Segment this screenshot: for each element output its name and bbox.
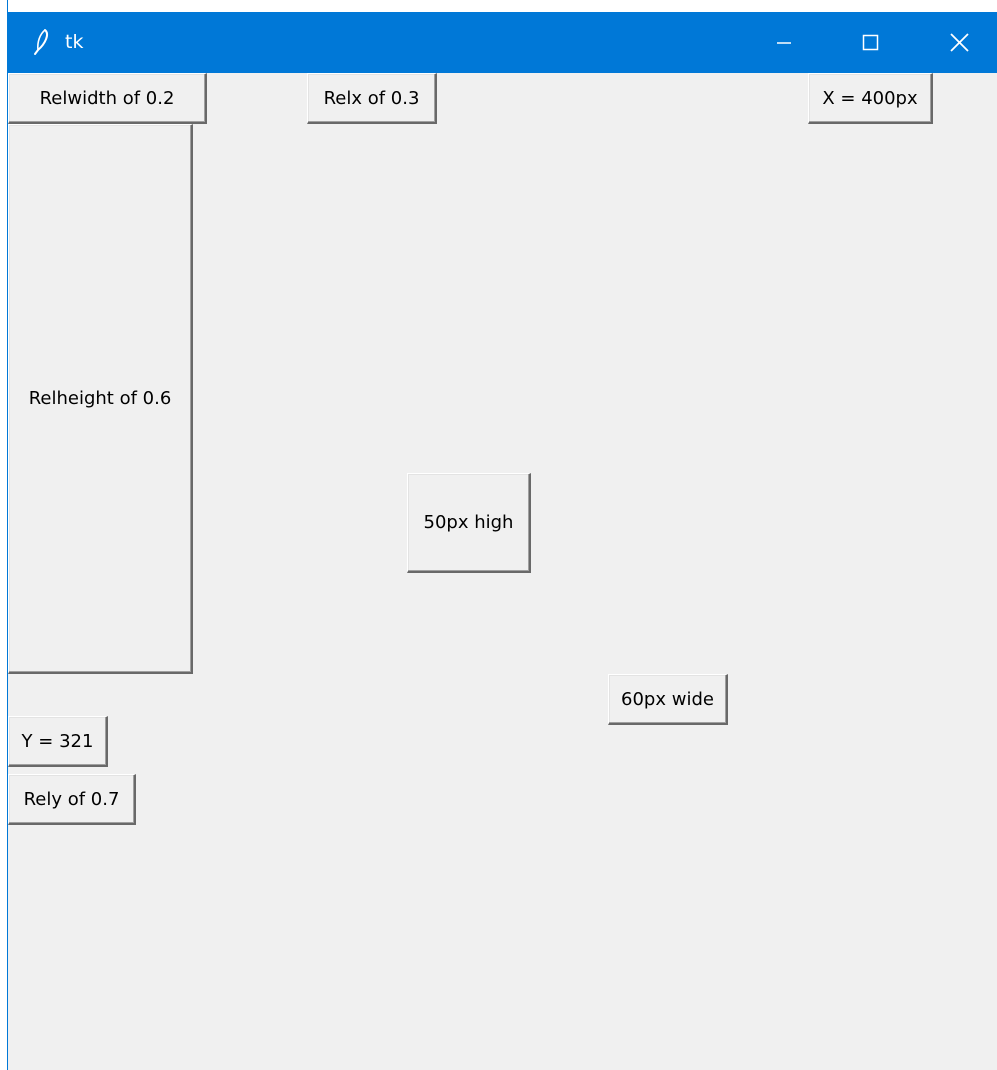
maximize-button[interactable] — [840, 12, 902, 73]
50px-high-button[interactable]: 50px high — [407, 473, 531, 573]
feather-icon — [30, 28, 52, 56]
close-button[interactable] — [928, 12, 990, 73]
title-bar[interactable]: tk — [8, 12, 997, 73]
app-window: tk Relwidth of 0.2 Relx of 0.3 X = 400px… — [0, 0, 997, 1070]
minimize-button[interactable] — [753, 12, 815, 73]
window-client-area: Relwidth of 0.2 Relx of 0.3 X = 400px Re… — [8, 73, 997, 1070]
window-title: tk — [65, 31, 84, 53]
rely-button[interactable]: Rely of 0.7 — [8, 774, 136, 825]
y-321-button[interactable]: Y = 321 — [8, 716, 108, 767]
60px-wide-button[interactable]: 60px wide — [608, 674, 728, 725]
relx-button[interactable]: Relx of 0.3 — [307, 73, 437, 124]
relheight-button[interactable]: Relheight of 0.6 — [8, 124, 193, 674]
relwidth-button[interactable]: Relwidth of 0.2 — [8, 73, 207, 124]
x-400px-button[interactable]: X = 400px — [808, 73, 933, 124]
window-frame-top — [0, 0, 997, 12]
window-frame-left — [0, 0, 8, 1070]
